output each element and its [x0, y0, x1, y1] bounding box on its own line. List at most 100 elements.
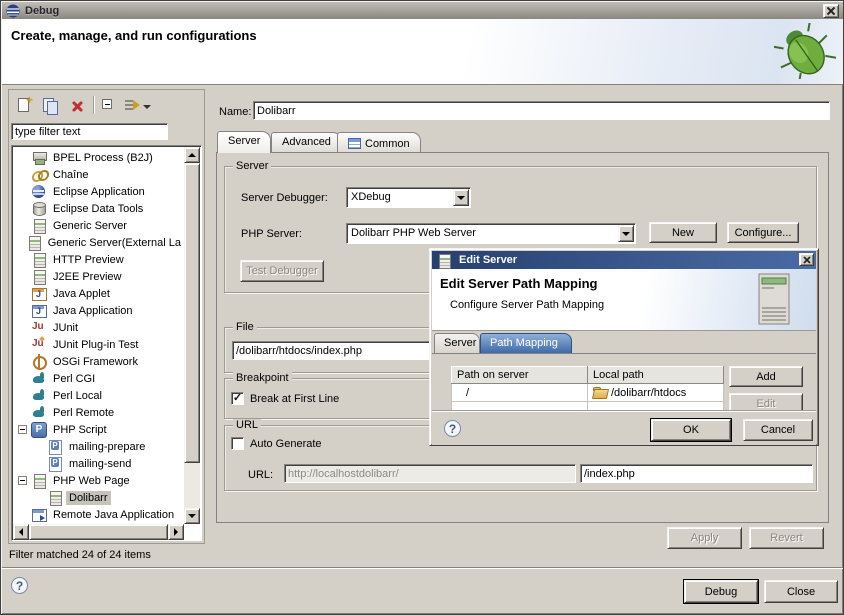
remote-java-icon [31, 507, 47, 522]
tree-item[interactable]: Generic Server [13, 217, 184, 234]
dialog-tab-server[interactable]: Server [434, 333, 480, 353]
auto-generate-checkbox[interactable] [231, 437, 244, 450]
scroll-left-button[interactable] [13, 524, 29, 540]
tab-common[interactable]: Common [337, 132, 421, 153]
column-local-path[interactable]: Local path [588, 367, 724, 384]
tree-item[interactable]: BPEL Process (B2J) [13, 149, 184, 166]
tree-item[interactable]: Chaîne [13, 166, 184, 183]
duplicate-configuration-button[interactable] [40, 97, 62, 116]
break-first-line-checkbox[interactable]: ✓ [231, 392, 244, 405]
url-path-input[interactable] [580, 464, 813, 483]
tree-item[interactable]: Java Application [13, 302, 184, 319]
filter-icon [123, 97, 143, 116]
delete-icon [71, 100, 83, 112]
tree-item[interactable]: Perl CGI [13, 370, 184, 387]
tree-item[interactable]: Generic Server(External La [13, 234, 184, 251]
column-path-on-server[interactable]: Path on server [452, 367, 588, 384]
test-debugger-button[interactable]: Test Debugger [240, 260, 324, 282]
cell-local-path: /dolibarr/htdocs [588, 384, 724, 402]
tree-item[interactable]: JUnit [13, 319, 184, 336]
scroll-down-button[interactable] [184, 508, 200, 524]
tab-server[interactable]: Server [217, 131, 271, 153]
cell-path-on-server: / [452, 384, 588, 402]
chevron-down-icon [457, 196, 465, 200]
name-input[interactable] [253, 101, 830, 120]
database-icon [31, 201, 47, 216]
junit-plugin-icon [31, 337, 47, 352]
window-close-button[interactable] [823, 4, 839, 18]
close-button[interactable]: Close [764, 580, 838, 603]
server-icon [26, 235, 42, 250]
collapse-all-icon [102, 99, 112, 109]
scroll-right-button[interactable] [168, 524, 184, 540]
tab-advanced[interactable]: Advanced [271, 132, 342, 153]
server-debugger-select[interactable]: XDebug [346, 187, 471, 208]
check-icon: ✓ [233, 392, 242, 404]
table-row[interactable]: / /dolibarr/htdocs [452, 384, 724, 402]
path-mapping-table[interactable]: Path on server Local path / /dolibarr/ht… [451, 366, 724, 410]
tree-item[interactable]: Eclipse Data Tools [13, 200, 184, 217]
revert-button[interactable]: Revert [749, 527, 824, 549]
junit-icon [31, 320, 47, 335]
tree-item[interactable]: J2EE Preview [13, 268, 184, 285]
filter-input[interactable] [11, 123, 168, 140]
collapse-node-icon[interactable] [18, 476, 27, 485]
tree-viewport[interactable]: BPEL Process (B2J) Chaîne Eclipse Applic… [13, 147, 184, 524]
tree-item[interactable]: HTTP Preview [13, 251, 184, 268]
name-label: Name: [219, 106, 251, 118]
collapse-all-button[interactable] [99, 97, 121, 116]
dialog-title-bar[interactable]: Edit Server [432, 251, 816, 269]
osgi-icon [31, 354, 47, 369]
arrow-down-icon [188, 514, 196, 518]
perl-camel-icon [31, 388, 47, 403]
java-applet-icon [31, 286, 47, 301]
eclipse-sphere-icon [31, 184, 47, 199]
tree-item[interactable]: Remote Java Application [13, 506, 184, 523]
scroll-up-button[interactable] [184, 147, 200, 163]
tree-item[interactable]: Eclipse Application [13, 183, 184, 200]
tree-item[interactable]: Perl Remote [13, 404, 184, 421]
vscroll-thumb[interactable] [184, 163, 200, 463]
apply-button[interactable]: Apply [667, 527, 742, 549]
title-bar[interactable]: Debug [2, 2, 844, 19]
cancel-button[interactable]: Cancel [743, 419, 813, 441]
tree-item[interactable]: OSGi Framework [13, 353, 184, 370]
collapse-node-icon[interactable] [18, 425, 27, 434]
server-icon [31, 269, 47, 284]
ok-button[interactable]: OK [651, 419, 731, 441]
tree-item[interactable]: JUnit Plug-in Test [13, 336, 184, 353]
help-icon[interactable]: ? [11, 577, 28, 594]
dialog-tab-path-mapping[interactable]: Path Mapping [480, 333, 572, 353]
server-group-label: Server [233, 160, 271, 172]
hscroll-thumb[interactable] [29, 524, 168, 540]
filter-button[interactable] [123, 97, 153, 116]
dialog-button-bar: ? OK Cancel [432, 410, 816, 445]
table-header-row: Path on server Local path [452, 367, 724, 384]
delete-configuration-button[interactable] [67, 97, 89, 116]
add-mapping-button[interactable]: Add [729, 366, 803, 387]
help-icon[interactable]: ? [444, 420, 461, 437]
dropdown-button[interactable] [618, 225, 634, 242]
tree-item[interactable]: Java Applet [13, 285, 184, 302]
new-server-button[interactable]: New [649, 222, 717, 243]
dialog-subheading: Configure Server Path Mapping [450, 299, 604, 311]
table-icon [348, 138, 361, 149]
tree-item[interactable]: mailing-prepare [13, 438, 184, 455]
dialog-header: Edit Server Path Mapping Configure Serve… [432, 269, 816, 331]
url-label: URL: [248, 469, 273, 481]
tree-item[interactable]: Perl Local [13, 387, 184, 404]
path-mapping-content: Path on server Local path / /dolibarr/ht… [432, 353, 816, 410]
tree-item[interactable]: PHP Web Page [13, 472, 184, 489]
dialog-close-button[interactable] [799, 253, 814, 266]
php-server-select[interactable]: Dolibarr PHP Web Server [346, 223, 636, 244]
tree-item[interactable]: PHP Script [13, 421, 184, 438]
tree-item-selected[interactable]: Dolibarr [13, 489, 184, 506]
new-configuration-button[interactable] [14, 97, 36, 116]
configure-server-button[interactable]: Configure... [727, 222, 799, 243]
edit-mapping-button[interactable]: Edit [729, 393, 803, 410]
tree-item[interactable]: mailing-send [13, 455, 184, 472]
dialog-heading: Edit Server Path Mapping [440, 276, 597, 291]
dropdown-button[interactable] [453, 189, 469, 206]
breakpoint-group-label: Breakpoint [233, 372, 292, 384]
debug-button[interactable]: Debug [684, 580, 758, 603]
